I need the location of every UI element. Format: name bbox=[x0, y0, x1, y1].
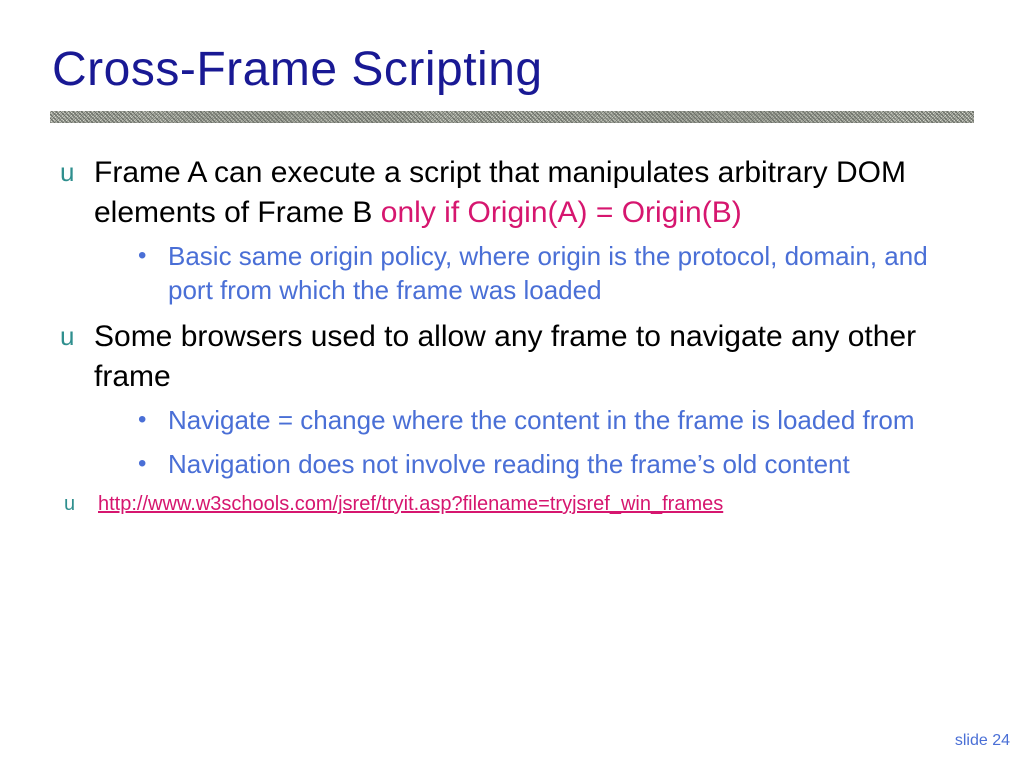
bullet-marker-dot: • bbox=[138, 403, 168, 437]
bullet-text: Frame A can execute a script that manipu… bbox=[94, 153, 974, 233]
bullet-link-wrap: http://www.w3schools.com/jsref/tryit.asp… bbox=[98, 491, 974, 517]
sub-bullet-text: Navigate = change where the content in t… bbox=[168, 403, 974, 437]
divider-bar bbox=[50, 111, 974, 123]
bullet-level1: u Some browsers used to allow any frame … bbox=[54, 317, 974, 397]
sub-bullet-text: Navigation does not involve reading the … bbox=[168, 447, 974, 481]
bullet-level1: u Frame A can execute a script that mani… bbox=[54, 153, 974, 233]
bullet-level2: • Basic same origin policy, where origin… bbox=[138, 239, 974, 307]
sub-bullet-text: Basic same origin policy, where origin i… bbox=[168, 239, 974, 307]
bullet-marker-u: u bbox=[58, 491, 98, 517]
bullet-level2: • Navigate = change where the content in… bbox=[138, 403, 974, 437]
slide-number: slide 24 bbox=[955, 732, 1010, 750]
bullet-marker-u: u bbox=[54, 153, 94, 191]
bullet-text: Some browsers used to allow any frame to… bbox=[94, 317, 974, 397]
slide-container: Cross-Frame Scripting u Frame A can exec… bbox=[0, 0, 1024, 768]
bullet-marker-dot: • bbox=[138, 447, 168, 481]
reference-link[interactable]: http://www.w3schools.com/jsref/tryit.asp… bbox=[98, 493, 723, 515]
bullet-marker-dot: • bbox=[138, 239, 168, 273]
bullet-text-highlight: only if Origin(A) = Origin(B) bbox=[381, 196, 742, 229]
slide-title: Cross-Frame Scripting bbox=[52, 42, 974, 97]
slide-content: u Frame A can execute a script that mani… bbox=[50, 153, 974, 517]
bullet-level2: • Navigation does not involve reading th… bbox=[138, 447, 974, 481]
bullet-level1-link: u http://www.w3schools.com/jsref/tryit.a… bbox=[54, 491, 974, 517]
bullet-marker-u: u bbox=[54, 317, 94, 355]
